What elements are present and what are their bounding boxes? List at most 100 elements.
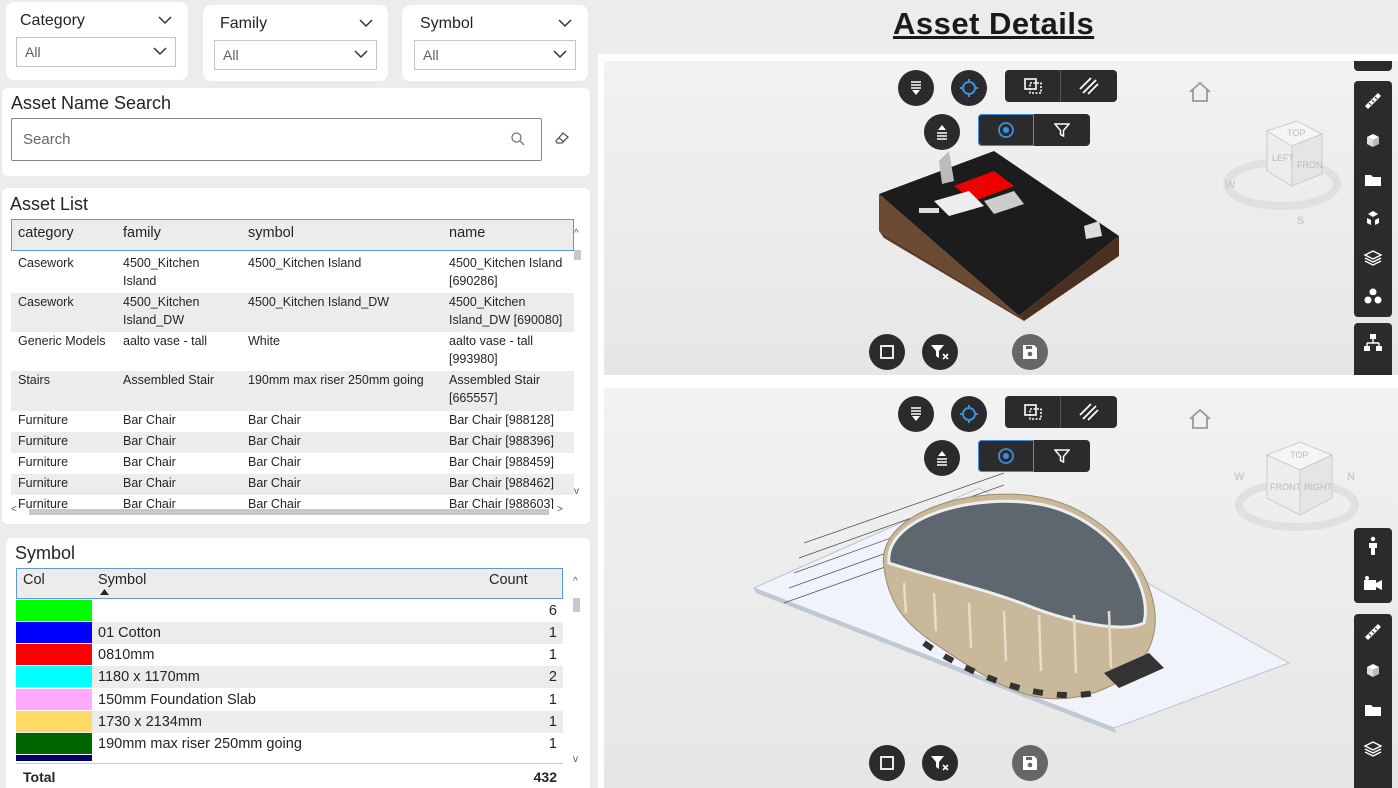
layers-icon[interactable] [1363, 739, 1383, 759]
view-cube[interactable]: TOP FRONT RIGHT W N [1232, 430, 1362, 550]
symbol-total-row: Total 432 [16, 763, 563, 787]
table-row[interactable]: Furniture Bar Chair Bar Chair Bar Chair … [11, 411, 574, 432]
filter-icon [1054, 123, 1070, 138]
section-box-button[interactable] [1005, 396, 1061, 428]
house-model[interactable] [874, 146, 1124, 321]
level-up-button[interactable] [924, 440, 960, 476]
cell-category: Furniture [18, 434, 69, 448]
square-select-button[interactable] [869, 745, 905, 781]
measure-icon[interactable] [1363, 622, 1383, 642]
scrollbar-thumb[interactable] [573, 598, 580, 612]
asset-list-horizontal-scrollbar[interactable]: < > [11, 504, 571, 517]
level-up-button[interactable] [924, 114, 960, 150]
measure-icon[interactable] [1363, 91, 1383, 111]
save-button[interactable] [1012, 745, 1048, 781]
column-header-family[interactable]: family [123, 225, 161, 241]
symbol-name: 1730 x 2134mm [98, 714, 202, 730]
scrollbar-thumb[interactable] [574, 250, 581, 260]
column-header-category[interactable]: category [18, 225, 74, 241]
folder-icon[interactable] [1363, 700, 1383, 720]
table-row[interactable]: Stairs Assembled Stair 190mm max riser 2… [11, 371, 574, 411]
symbol-dropdown[interactable]: All [414, 40, 576, 70]
search-field[interactable] [11, 118, 542, 161]
home-icon[interactable] [1187, 81, 1213, 108]
scroll-up-icon[interactable]: ^ [573, 576, 578, 587]
first-person-icon[interactable] [1363, 536, 1383, 556]
focus-button[interactable] [951, 396, 987, 432]
table-row[interactable]: Casework 4500_Kitchen Island_DW 4500_Kit… [11, 293, 574, 332]
model-browser-icon[interactable] [1363, 131, 1383, 151]
properties-icon[interactable] [1363, 287, 1383, 307]
cell-family: Assembled Stair [123, 373, 215, 387]
scroll-down-icon[interactable]: v [574, 486, 579, 497]
chevron-down-icon[interactable] [558, 19, 572, 28]
level-down-button[interactable] [898, 70, 934, 106]
table-row[interactable]: Casework 4500_Kitchen Island 4500_Kitche… [11, 254, 574, 293]
level-down-button[interactable] [898, 396, 934, 432]
list-item[interactable]: 1730 x 2134mm 1 [16, 711, 563, 733]
column-header-symbol[interactable]: Symbol [98, 572, 146, 588]
explode-icon[interactable] [1363, 209, 1383, 229]
camera-icon[interactable] [1363, 574, 1383, 594]
search-input[interactable] [23, 131, 503, 148]
eraser-icon[interactable] [554, 131, 570, 145]
model-viewer-bottom[interactable]: TOP FRONT RIGHT W N [604, 388, 1398, 788]
folder-icon[interactable] [1363, 170, 1383, 190]
table-row[interactable]: Furniture Bar Chair Bar Chair Bar Chair … [11, 453, 574, 474]
scroll-up-icon[interactable]: ^ [574, 228, 579, 239]
list-item[interactable] [16, 755, 563, 761]
family-slicer-title: Family [220, 15, 268, 32]
section-box-button[interactable] [1005, 70, 1061, 102]
page-title: Asset Details [893, 6, 1095, 41]
column-header-count[interactable]: Count [489, 572, 528, 588]
isolate-button[interactable] [978, 114, 1034, 146]
family-dropdown[interactable]: All [214, 40, 377, 70]
filter-button[interactable] [1034, 114, 1090, 146]
cell-name: Bar Chair [988396] [449, 434, 554, 448]
list-item[interactable]: 6 [16, 600, 563, 622]
svg-text:FRON: FRON [1297, 160, 1323, 170]
column-header-col[interactable]: Col [23, 572, 45, 588]
square-select-button[interactable] [869, 334, 905, 370]
table-row[interactable]: Generic Models aalto vase - tall White a… [11, 332, 574, 371]
table-row[interactable]: Furniture Bar Chair Bar Chair Bar Chair … [11, 432, 574, 453]
list-item[interactable]: 190mm max riser 250mm going 1 [16, 733, 563, 755]
scrollbar-thumb[interactable] [29, 509, 549, 515]
chevron-down-icon[interactable] [158, 16, 172, 25]
model-viewer-top[interactable]: TOP LEFT FRON W S [604, 61, 1398, 375]
model-browser-icon[interactable] [1363, 661, 1383, 681]
focus-icon [960, 405, 978, 423]
symbol-name: 1180 x 1170mm [98, 669, 200, 685]
list-item[interactable]: 150mm Foundation Slab 1 [16, 689, 563, 711]
view-cube[interactable]: TOP LEFT FRON W S [1222, 106, 1342, 236]
structure-icon[interactable] [1363, 333, 1383, 353]
save-button[interactable] [1012, 334, 1048, 370]
category-dropdown[interactable]: All [16, 37, 176, 67]
clear-filter-button[interactable] [922, 334, 958, 370]
column-header-name[interactable]: name [449, 225, 485, 241]
table-row[interactable]: Furniture Bar Chair Bar Chair Bar Chair … [11, 474, 574, 495]
clear-filter-button[interactable] [922, 745, 958, 781]
search-icon[interactable] [511, 132, 525, 146]
scroll-right-icon[interactable]: > [557, 504, 563, 515]
hatch-button[interactable] [1061, 70, 1117, 102]
hatch-button[interactable] [1061, 396, 1117, 428]
stadium-model[interactable] [744, 463, 1304, 753]
asset-list-vertical-scrollbar[interactable]: ^ v [573, 228, 583, 500]
sort-ascending-icon[interactable] [100, 589, 109, 595]
symbol-vertical-scrollbar[interactable]: ^ v [572, 576, 582, 771]
symbol-slicer: Symbol All [402, 5, 588, 81]
list-item[interactable]: 0810mm 1 [16, 644, 563, 666]
filter-button[interactable] [1034, 440, 1090, 472]
list-item[interactable]: 01 Cotton 1 [16, 622, 563, 644]
isolate-button[interactable] [978, 440, 1034, 472]
list-item[interactable]: 1180 x 1170mm 2 [16, 666, 563, 688]
scroll-left-icon[interactable]: < [11, 504, 17, 515]
chevron-down-icon[interactable] [359, 19, 373, 28]
layers-icon[interactable] [1363, 248, 1383, 268]
focus-button[interactable] [951, 70, 987, 106]
scroll-down-icon[interactable]: v [573, 754, 578, 765]
total-label: Total [23, 769, 56, 785]
column-header-symbol[interactable]: symbol [248, 225, 294, 241]
home-icon[interactable] [1187, 408, 1213, 435]
